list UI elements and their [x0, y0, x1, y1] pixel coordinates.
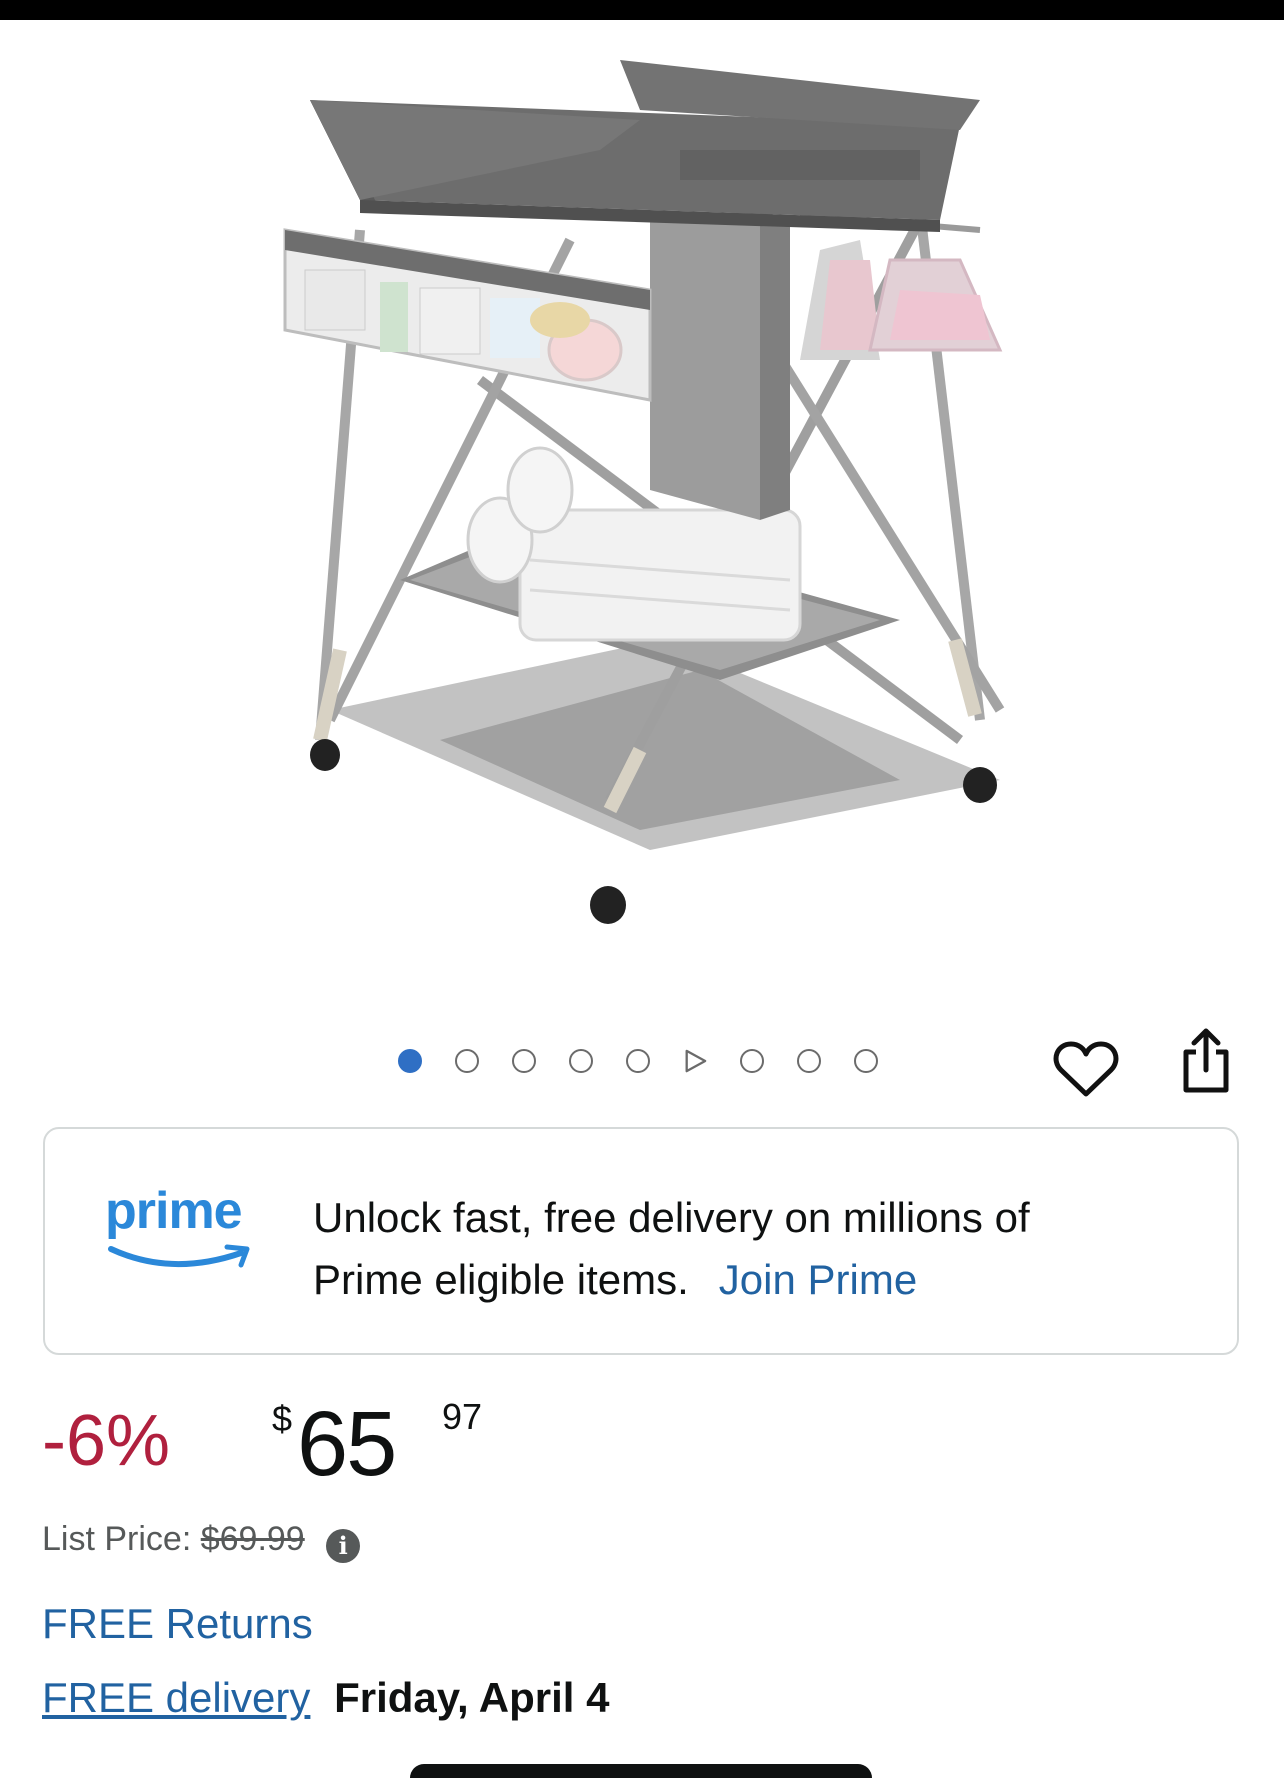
free-delivery-link[interactable]: FREE delivery: [42, 1674, 310, 1721]
carousel-dot-1[interactable]: [398, 1049, 422, 1073]
image-carousel-dots[interactable]: [398, 1046, 911, 1076]
price-whole: 65: [297, 1393, 397, 1495]
free-returns-link[interactable]: FREE Returns: [42, 1600, 313, 1648]
prime-logo-text: prime: [105, 1182, 243, 1240]
share-icon: [1183, 1028, 1229, 1093]
changing-table-illustration: [283, 60, 1005, 924]
carousel-dot-3[interactable]: [512, 1049, 536, 1073]
prime-message-line2-row: Prime eligible items. Join Prime: [313, 1249, 1173, 1311]
carousel-dot-7[interactable]: [740, 1049, 764, 1073]
delivery-info: FREE delivery Friday, April 4: [42, 1674, 609, 1722]
carousel-dot-4[interactable]: [569, 1049, 593, 1073]
bottom-sheet-handle[interactable]: [410, 1764, 872, 1778]
heart-icon: [1053, 1041, 1119, 1097]
share-button[interactable]: [1180, 1026, 1232, 1094]
delivery-date: Friday, April 4: [334, 1674, 610, 1721]
wishlist-button[interactable]: [1053, 1040, 1119, 1098]
join-prime-link[interactable]: Join Prime: [719, 1256, 917, 1303]
discount-percentage: -6%: [42, 1401, 171, 1481]
status-bar: [0, 0, 1284, 20]
carousel-dot-9[interactable]: [854, 1049, 878, 1073]
prime-smile-icon: [108, 1244, 250, 1268]
carousel-video-play-icon[interactable]: [683, 1049, 707, 1073]
list-price-value: $69.99: [200, 1520, 305, 1558]
list-price-label: List Price:: [42, 1520, 192, 1558]
info-icon[interactable]: i: [326, 1529, 361, 1563]
product-image[interactable]: [0, 20, 1284, 1010]
prime-promo-card[interactable]: prime Unlock fast, free delivery on mill…: [43, 1127, 1239, 1355]
carousel-dot-8[interactable]: [797, 1049, 821, 1073]
price-currency-symbol: $: [272, 1398, 293, 1439]
carousel-dot-2[interactable]: [455, 1049, 479, 1073]
prime-logo: prime: [105, 1181, 265, 1281]
prime-message-line2: Prime eligible items.: [313, 1256, 689, 1303]
prime-message-line1: Unlock fast, free delivery on millions o…: [313, 1194, 1030, 1241]
list-price: List Price: $69.99 i: [42, 1520, 361, 1563]
price-fraction: 97: [442, 1396, 483, 1437]
carousel-dot-5[interactable]: [626, 1049, 650, 1073]
prime-message: Unlock fast, free delivery on millions o…: [313, 1187, 1173, 1311]
